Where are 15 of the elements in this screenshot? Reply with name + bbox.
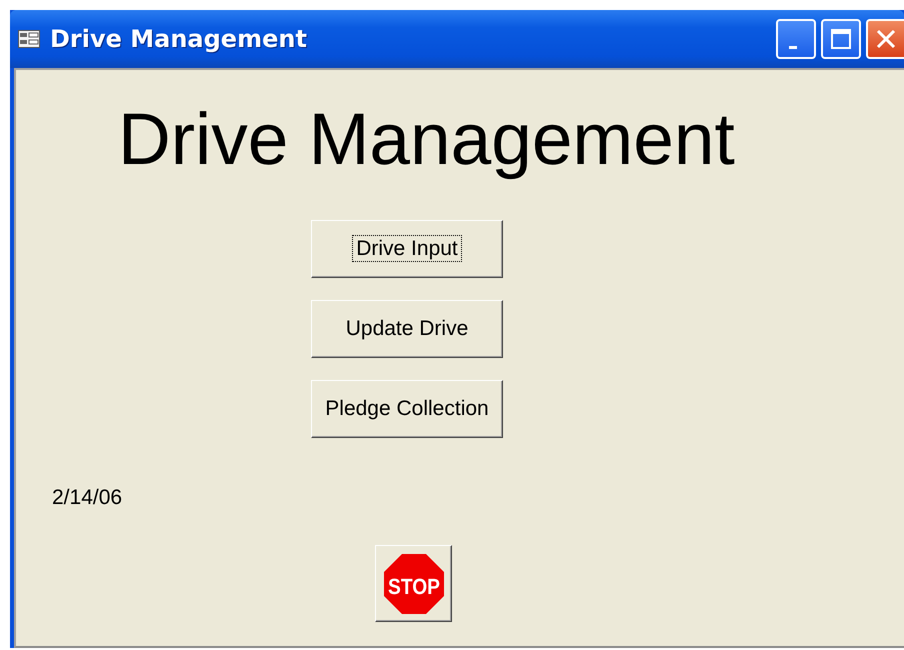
close-icon bbox=[875, 28, 897, 50]
form-icon bbox=[18, 30, 40, 48]
close-button[interactable] bbox=[866, 19, 904, 59]
stop-sign-icon: STOP bbox=[382, 552, 446, 616]
maximize-icon bbox=[830, 28, 852, 50]
window-title: Drive Management bbox=[50, 25, 307, 53]
menu-button[interactable]: Update Drive bbox=[311, 300, 503, 358]
minimize-icon bbox=[789, 46, 797, 48]
menu-button[interactable]: Pledge Collection bbox=[311, 380, 503, 438]
date-label: 2/14/06 bbox=[52, 486, 124, 510]
stop-button[interactable]: STOP bbox=[375, 545, 452, 622]
minimize-button[interactable] bbox=[776, 19, 816, 59]
menu-button[interactable]: Drive Input bbox=[311, 220, 503, 278]
form-heading: Drive Management bbox=[118, 100, 736, 180]
maximize-button[interactable] bbox=[821, 19, 861, 59]
